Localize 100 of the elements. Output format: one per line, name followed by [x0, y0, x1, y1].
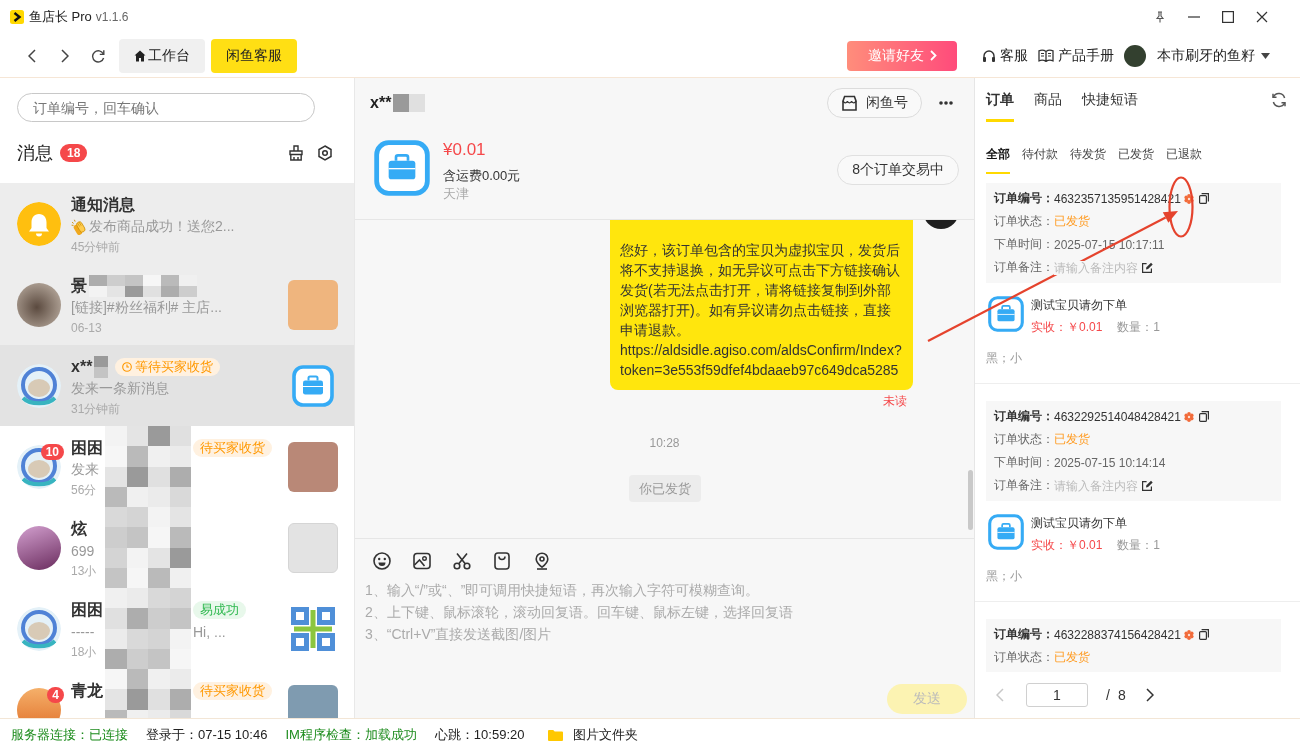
- status-text: IM程序检查：加载成功: [285, 725, 417, 744]
- product-location: 天津: [443, 185, 470, 203]
- image-icon[interactable]: [413, 552, 431, 570]
- search-field[interactable]: 订单编号，回车确认: [17, 93, 315, 122]
- product-price: ¥0.01: [443, 140, 487, 160]
- header-link[interactable]: 产品手册: [1038, 46, 1114, 65]
- account-button[interactable]: 闲鱼号: [827, 87, 922, 118]
- flower-icon: [1183, 629, 1194, 640]
- contact-name: 困困: [71, 437, 103, 458]
- app-logo-icon: [10, 10, 24, 24]
- avatar: [17, 282, 61, 327]
- filter-tab[interactable]: 已退款: [1166, 134, 1202, 174]
- tag-label: 待买家收货: [200, 682, 265, 700]
- forward-icon[interactable]: [61, 48, 69, 63]
- field-label: 订单备注：: [994, 477, 1054, 494]
- page-total: 8: [1117, 687, 1126, 703]
- filter-tab[interactable]: 待付款: [1022, 134, 1058, 174]
- nav-tab[interactable]: 工作台: [119, 38, 205, 73]
- tag-label: 等待买家收货: [135, 358, 214, 376]
- field-label: 下单时间：: [994, 454, 1054, 471]
- scrollbar[interactable]: [968, 470, 973, 530]
- contact-name: x**: [370, 93, 392, 112]
- order-time: 2025-07-15 10:17:11: [1054, 237, 1165, 252]
- pin-icon[interactable]: [1154, 11, 1166, 23]
- message-time: 10:28: [649, 435, 680, 451]
- quantity: 数量：1: [1117, 319, 1161, 336]
- message-input[interactable]: 1、输入“/”或“、”即可调用快捷短语，再次输入字符可模糊查询。 2、上下键、鼠标滚轮，滚动回复语。回车键、鼠标左键，选择回复语 3、“Ctrl+V”直接发送截图/图片: [355, 579, 974, 645]
- page-input[interactable]: 1: [1026, 683, 1088, 707]
- edit-icon[interactable]: [1142, 480, 1153, 491]
- next-page-icon[interactable]: [1145, 688, 1154, 702]
- smiley-icon[interactable]: [373, 552, 391, 570]
- refresh-icon[interactable]: [1271, 92, 1287, 108]
- briefcase-icon: [988, 296, 1024, 332]
- nav-tab[interactable]: 闲鱼客服: [211, 38, 297, 73]
- briefcase-icon: [988, 514, 1024, 550]
- field-label: 下单时间：: [994, 236, 1054, 253]
- message-time: 45分钟前: [71, 238, 121, 256]
- field-label: 订单状态：: [994, 649, 1054, 666]
- filter-tab[interactable]: 已发货: [1118, 134, 1154, 174]
- broom-icon[interactable]: [288, 145, 304, 161]
- folder-link[interactable]: 图片文件夹: [548, 725, 639, 744]
- orders-button[interactable]: 8个订单交易中: [837, 155, 959, 185]
- close-icon[interactable]: [1256, 11, 1268, 23]
- message-preview: 发布商品成功！送您2...: [89, 217, 235, 236]
- product-spec: 黑；小: [986, 350, 1023, 367]
- avatar: [17, 687, 61, 718]
- screenshot-placeholder: [288, 522, 338, 573]
- caret-icon: [1261, 52, 1270, 59]
- chevron-icon: [929, 50, 937, 61]
- maximize-icon[interactable]: [1222, 11, 1234, 23]
- more-icon[interactable]: [939, 100, 953, 105]
- scissors-icon[interactable]: [453, 552, 471, 570]
- folder-icon: [548, 728, 564, 741]
- flower-icon: [1183, 411, 1194, 422]
- message-preview: Hi, ...: [193, 623, 226, 640]
- field-label: 订单备注：: [994, 259, 1054, 276]
- briefcase-icon: [292, 364, 334, 407]
- bag-icon[interactable]: [493, 552, 511, 570]
- unread-badge: 10: [40, 443, 64, 460]
- copy-icon[interactable]: [1198, 629, 1209, 640]
- panel-tab[interactable]: 订单: [986, 78, 1014, 122]
- quantity: 数量：1: [1117, 537, 1161, 554]
- edit-icon[interactable]: [1142, 262, 1153, 273]
- app-title: 鱼店长 Pro: [29, 8, 92, 26]
- order-status: 已发货: [1054, 213, 1090, 230]
- copy-icon[interactable]: [1198, 193, 1209, 204]
- filter-tab[interactable]: 全部: [986, 134, 1010, 174]
- copy-icon[interactable]: [1198, 411, 1209, 422]
- message-time: 13小: [71, 562, 97, 580]
- order-status: 已发货: [1054, 649, 1090, 666]
- field-label: 订单编号：: [994, 190, 1054, 207]
- message-preview: 发来一条新消息: [71, 379, 169, 398]
- paid-amount: 实收：￥0.01: [1031, 319, 1103, 336]
- contact-name: 青龙: [71, 680, 103, 701]
- settings-icon[interactable]: [317, 145, 333, 161]
- filter-tab[interactable]: 待发货: [1070, 134, 1106, 174]
- home-icon: [134, 49, 146, 62]
- status-text: 服务器连接：已连接: [11, 725, 128, 744]
- briefcase-icon: [374, 140, 430, 196]
- refresh-icon[interactable]: [91, 48, 105, 63]
- product-title: 测试宝贝请勿下单: [1031, 515, 1128, 532]
- header-link[interactable]: 客服: [982, 46, 1028, 65]
- contact-name: 通知消息: [71, 194, 135, 215]
- panel-title: 消息: [17, 142, 53, 165]
- conversation-item[interactable]: 通知消息 发布商品成功！送您2... 45分钟前: [0, 183, 354, 264]
- contact-name: x**: [71, 358, 93, 376]
- user-avatar: [1124, 44, 1146, 67]
- shipping-fee: 含运费0.00元: [443, 167, 521, 185]
- app-version: v1.1.6: [95, 10, 129, 24]
- location-icon[interactable]: [533, 552, 551, 570]
- account-menu[interactable]: 本市刷牙的鱼籽: [1157, 46, 1270, 65]
- panel-tab[interactable]: 商品: [1034, 78, 1062, 122]
- conversation-item[interactable]: 景 [链接]#粉丝福利# 主店... 06-13: [0, 264, 354, 345]
- shop-icon: [841, 94, 858, 111]
- panel-tab[interactable]: 快捷短语: [1082, 78, 1138, 122]
- field-label: 订单编号：: [994, 626, 1054, 643]
- back-icon[interactable]: [28, 48, 36, 63]
- message-preview: 发来: [71, 460, 99, 479]
- contact-name: 炫: [71, 518, 87, 539]
- message-preview: 699: [71, 542, 95, 559]
